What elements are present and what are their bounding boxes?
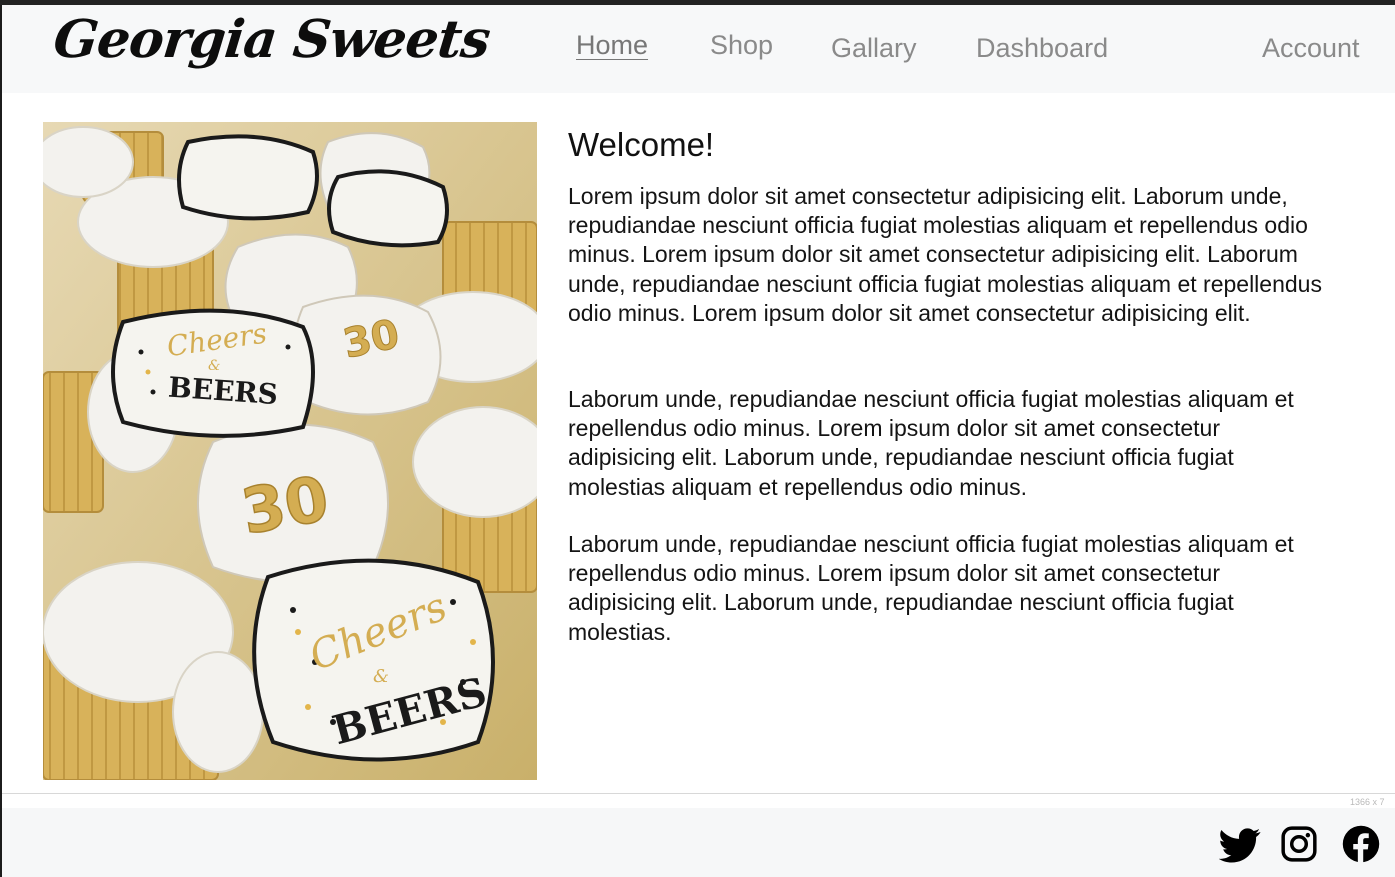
hero-cookies-image: Cheers & BEERS Cheers & BEERS 30 30: [43, 122, 537, 780]
facebook-link[interactable]: [1342, 825, 1380, 863]
cookie-number-30: 30: [236, 462, 334, 549]
twitter-link[interactable]: [1218, 824, 1261, 866]
nav-link-account[interactable]: Account: [1262, 33, 1360, 64]
nav-link-shop[interactable]: Shop: [710, 30, 773, 61]
brand-logo[interactable]: Georgia Sweets: [51, 9, 493, 70]
nav-link-home[interactable]: Home: [576, 30, 648, 61]
facebook-icon: [1342, 825, 1380, 863]
nav-link-gallary[interactable]: Gallary: [831, 33, 917, 64]
intro-paragraph-1: Lorem ipsum dolor sit amet consectetur a…: [568, 183, 1322, 326]
instagram-link[interactable]: [1280, 825, 1318, 863]
twitter-icon: [1218, 828, 1261, 863]
cookie-text-amp: &: [208, 358, 220, 374]
nav-link-dashboard[interactable]: Dashboard: [976, 33, 1108, 64]
resolution-label: 1366 x 7: [1350, 797, 1385, 807]
instagram-icon: [1281, 826, 1317, 862]
cookie-text-amp-2: &: [373, 666, 389, 687]
footer: [2, 808, 1395, 877]
cookies-photo-illustration: Cheers & BEERS Cheers & BEERS 30 30: [43, 122, 537, 780]
window-left-border: [0, 5, 2, 877]
welcome-heading: Welcome!: [568, 126, 715, 163]
intro-paragraph-3: Laborum unde, repudiandae nesciunt offic…: [568, 531, 1294, 645]
navbar: Georgia Sweets Home Shop Gallary Dashboa…: [2, 5, 1395, 93]
intro-paragraph-2: Laborum unde, repudiandae nesciunt offic…: [568, 386, 1294, 500]
footer-divider: [2, 793, 1395, 794]
